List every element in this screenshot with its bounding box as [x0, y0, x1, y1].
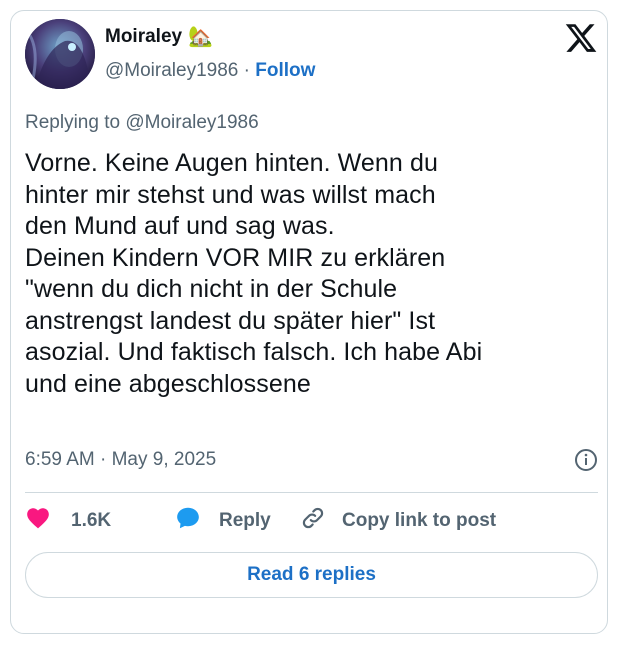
like-count: 1.6K	[71, 510, 112, 531]
replying-to: Replying to @Moiraley1986	[25, 112, 259, 133]
copy-link-label: Copy link to post	[342, 510, 497, 531]
heart-icon	[25, 505, 51, 537]
read-replies-label: Read 6 replies	[247, 564, 376, 585]
info-icon[interactable]	[574, 448, 598, 472]
tweet-text: Vorne. Keine Augen hinten. Wenn du hinte…	[25, 149, 483, 398]
x-logo-icon[interactable]	[564, 21, 598, 55]
divider	[25, 492, 598, 493]
author-handle[interactable]: @Moiraley1986	[105, 60, 238, 81]
avatar[interactable]	[25, 19, 95, 89]
reply-label: Reply	[219, 510, 271, 531]
speech-bubble-icon	[175, 505, 201, 537]
reply-button[interactable]: Reply	[175, 505, 300, 537]
house-icon: 🏡	[188, 26, 213, 48]
link-icon	[300, 505, 326, 537]
read-replies-button[interactable]: Read 6 replies	[25, 552, 598, 598]
follow-button[interactable]: Follow	[255, 60, 315, 81]
separator-dot: ·	[243, 60, 250, 81]
timestamp[interactable]: 6:59 AM · May 9, 2025	[25, 449, 216, 471]
like-button[interactable]: 1.6K	[25, 505, 175, 537]
author-name[interactable]: Moiraley	[105, 26, 182, 48]
copy-link-button[interactable]: Copy link to post	[300, 505, 496, 537]
